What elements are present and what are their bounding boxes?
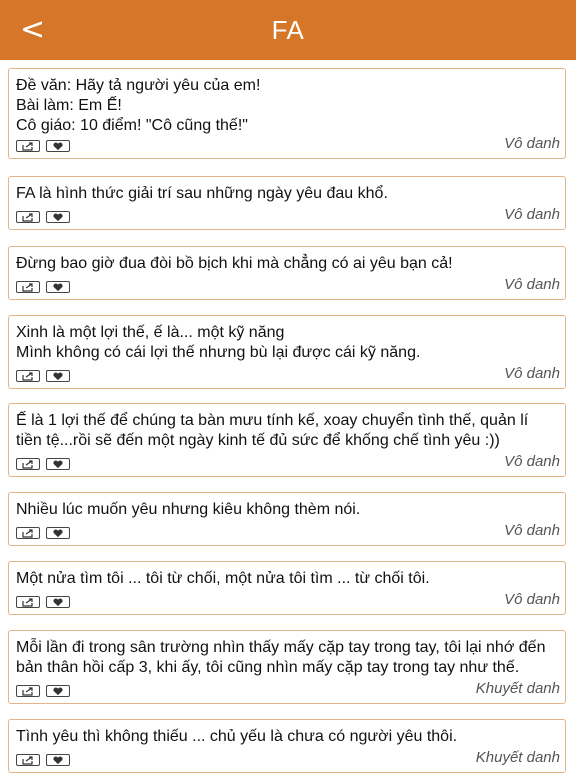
back-button[interactable]: < (20, 12, 45, 48)
like-button[interactable] (46, 527, 70, 539)
share-button[interactable] (16, 458, 40, 470)
share-icon (22, 755, 33, 765)
heart-icon (53, 212, 63, 221)
heart-icon (53, 459, 63, 468)
share-button[interactable] (16, 596, 40, 608)
quote-author: Vô danh (504, 522, 560, 539)
quote-card: Tình yêu thì không thiếu ... chủ yếu là … (8, 719, 566, 773)
heart-icon (53, 528, 63, 537)
quote-text: Mỗi lần đi trong sân trường nhìn thấy mấ… (16, 639, 546, 676)
share-button[interactable] (16, 211, 40, 223)
quote-text: Đừng bao giờ đua đòi bồ bịch khi mà chẳn… (16, 255, 453, 272)
quote-card: Ế là 1 lợi thế để chúng ta bàn mưu tính … (8, 403, 566, 477)
app-header: < FA (0, 0, 576, 60)
quote-card: Đừng bao giờ đua đòi bồ bịch khi mà chẳn… (8, 246, 566, 300)
like-button[interactable] (46, 211, 70, 223)
share-icon (22, 528, 33, 538)
quote-author: Vô danh (504, 135, 560, 152)
like-button[interactable] (46, 140, 70, 152)
quote-card: Xinh là một lợi thế, ế là... một kỹ năng… (8, 315, 566, 389)
quote-text: Tình yêu thì không thiếu ... chủ yếu là … (16, 728, 458, 745)
heart-icon (53, 141, 63, 150)
share-icon (22, 212, 33, 222)
quote-author: Khuyết danh (475, 680, 560, 697)
quote-author: Khuyết danh (475, 749, 560, 766)
quote-author: Vô danh (504, 365, 560, 382)
share-icon (22, 371, 33, 381)
like-button[interactable] (46, 685, 70, 697)
like-button[interactable] (46, 596, 70, 608)
heart-icon (53, 686, 63, 695)
share-button[interactable] (16, 685, 40, 697)
quote-text: Một nửa tìm tôi ... tôi từ chối, một nửa… (16, 570, 430, 587)
share-button[interactable] (16, 370, 40, 382)
heart-icon (53, 371, 63, 380)
like-button[interactable] (46, 754, 70, 766)
quote-card: Mỗi lần đi trong sân trường nhìn thấy mấ… (8, 630, 566, 704)
quote-card: FA là hình thức giải trí sau những ngày … (8, 176, 566, 230)
share-button[interactable] (16, 754, 40, 766)
quote-author: Vô danh (504, 206, 560, 223)
quote-card: Nhiều lúc muốn yêu nhưng kiêu không thèm… (8, 492, 566, 546)
share-button[interactable] (16, 527, 40, 539)
heart-icon (53, 597, 63, 606)
quote-card: Một nửa tìm tôi ... tôi từ chối, một nửa… (8, 561, 566, 615)
share-icon (22, 686, 33, 696)
like-button[interactable] (46, 458, 70, 470)
like-button[interactable] (46, 281, 70, 293)
quote-text: Đề văn: Hãy tả người yêu của em! Bài làm… (16, 77, 261, 134)
quote-author: Vô danh (504, 591, 560, 608)
share-button[interactable] (16, 281, 40, 293)
share-icon (22, 282, 33, 292)
quote-author: Vô danh (504, 453, 560, 470)
quote-text: Xinh là một lợi thế, ế là... một kỹ năng… (16, 324, 421, 361)
like-button[interactable] (46, 370, 70, 382)
share-icon (22, 597, 33, 607)
quote-author: Vô danh (504, 276, 560, 293)
heart-icon (53, 755, 63, 764)
quote-text: FA là hình thức giải trí sau những ngày … (16, 185, 388, 202)
quote-card: Đề văn: Hãy tả người yêu của em! Bài làm… (8, 68, 566, 159)
share-icon (22, 459, 33, 469)
quote-text: Ế là 1 lợi thế để chúng ta bàn mưu tính … (16, 412, 529, 449)
quote-text: Nhiều lúc muốn yêu nhưng kiêu không thèm… (16, 501, 361, 518)
heart-icon (53, 282, 63, 291)
share-icon (22, 141, 33, 151)
page-title: FA (271, 14, 305, 45)
share-button[interactable] (16, 140, 40, 152)
